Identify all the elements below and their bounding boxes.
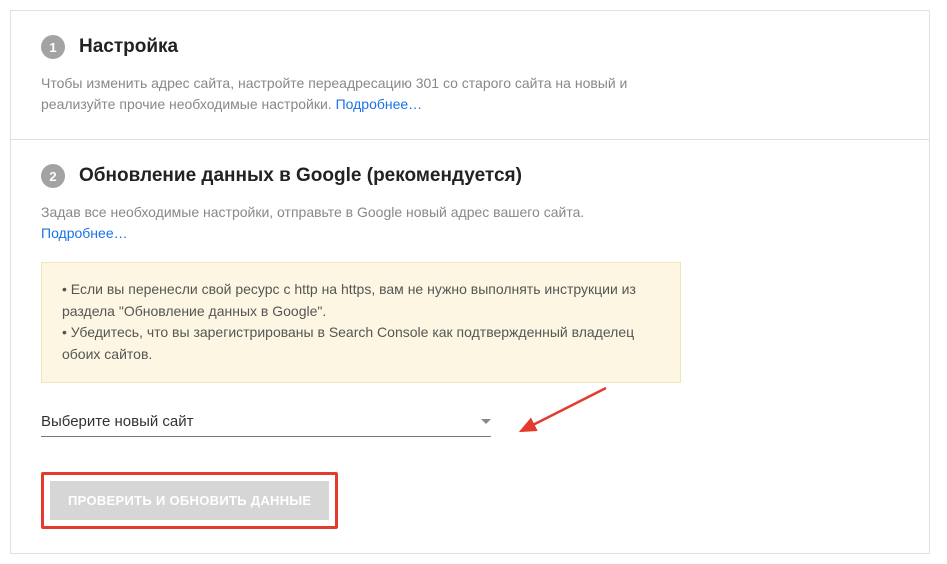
step2-more-link[interactable]: Подробнее… <box>41 225 128 241</box>
info-box: • Если вы перенесли свой ресурс с http н… <box>41 262 681 383</box>
step1-title: Настройка <box>79 36 178 58</box>
step2-header: 2 Обновление данных в Google (рекомендуе… <box>41 164 899 188</box>
step2-title: Обновление данных в Google (рекомендуетс… <box>79 165 522 187</box>
step2-desc-text: Задав все необходимые настройки, отправь… <box>41 204 584 220</box>
submit-highlight-box: ПРОВЕРИТЬ И ОБНОВИТЬ ДАННЫЕ <box>41 472 338 529</box>
settings-panel: 1 Настройка Чтобы изменить адрес сайта, … <box>10 10 930 554</box>
step2-description: Задав все необходимые настройки, отправь… <box>41 202 661 244</box>
step1-section: 1 Настройка Чтобы изменить адрес сайта, … <box>11 11 929 139</box>
arrow-annotation-icon <box>511 383 621 443</box>
info-item-0-text: Если вы перенесли свой ресурс с http на … <box>62 281 636 319</box>
info-item-0: • Если вы перенесли свой ресурс с http н… <box>62 279 660 322</box>
verify-update-button[interactable]: ПРОВЕРИТЬ И ОБНОВИТЬ ДАННЫЕ <box>50 481 329 520</box>
info-item-1: • Убедитесь, что вы зарегистрированы в S… <box>62 322 660 365</box>
new-site-select[interactable]: Выберите новый сайт <box>41 413 491 437</box>
step1-desc-text: Чтобы изменить адрес сайта, настройте пе… <box>41 75 627 112</box>
step1-more-link[interactable]: Подробнее… <box>336 96 423 112</box>
step2-badge: 2 <box>41 164 65 188</box>
select-placeholder: Выберите новый сайт <box>41 413 194 430</box>
step1-description: Чтобы изменить адрес сайта, настройте пе… <box>41 73 661 115</box>
chevron-down-icon <box>481 419 491 424</box>
step1-header: 1 Настройка <box>41 35 899 59</box>
info-item-1-text: Убедитесь, что вы зарегистрированы в Sea… <box>62 324 634 362</box>
step1-badge: 1 <box>41 35 65 59</box>
step2-section: 2 Обновление данных в Google (рекомендуе… <box>11 139 929 553</box>
